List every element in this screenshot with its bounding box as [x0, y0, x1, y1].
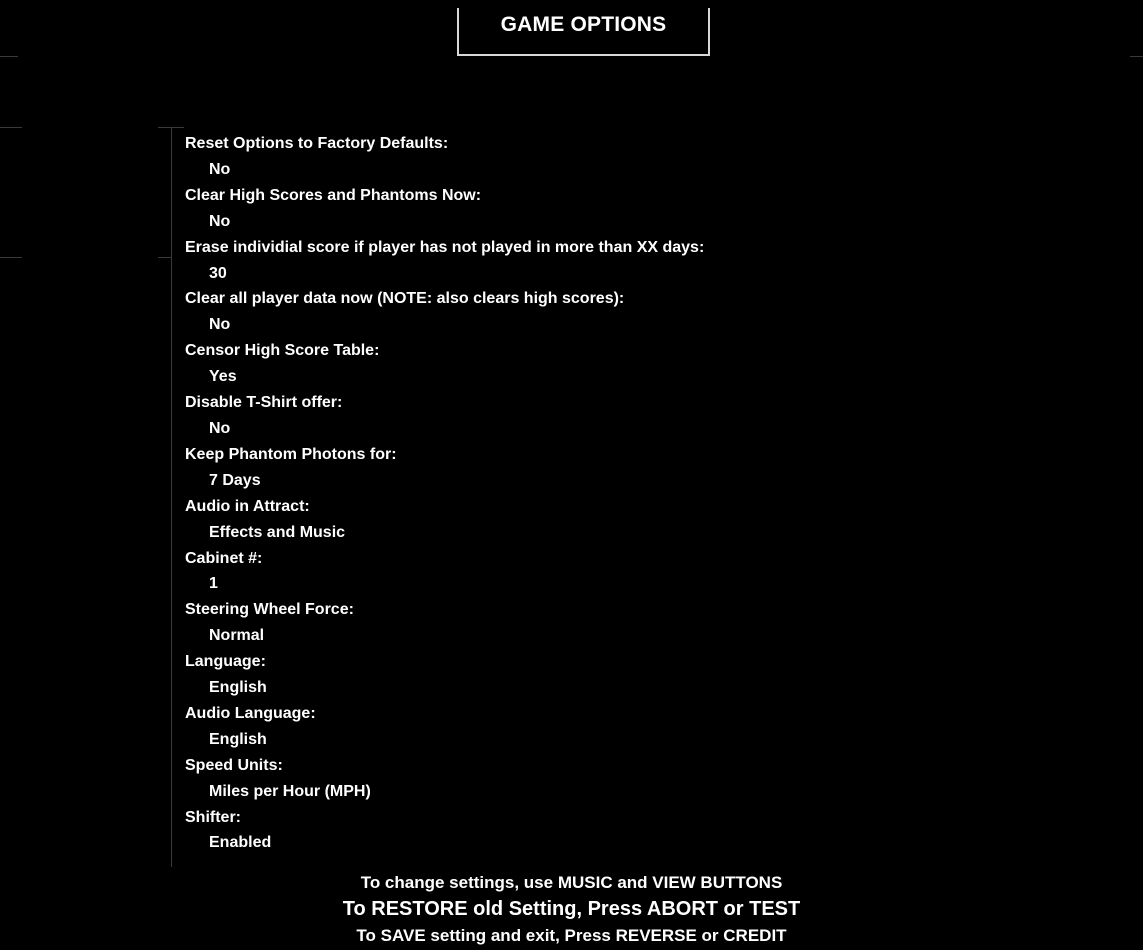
option-label: Steering Wheel Force: [185, 601, 354, 619]
option-label: Cabinet #: [185, 549, 263, 567]
option-erase-individual-score[interactable]: Erase individial score if player has not… [185, 235, 704, 287]
frame-line-lower-left [0, 257, 22, 258]
option-label: Censor High Score Table: [185, 342, 380, 360]
option-value: Yes [209, 368, 237, 386]
option-clear-player-data[interactable]: Clear all player data now (NOTE: also cl… [185, 286, 704, 338]
option-label: Reset Options to Factory Defaults: [185, 135, 449, 152]
instruction-save: To SAVE setting and exit, Press REVERSE … [356, 926, 787, 945]
option-disable-tshirt[interactable]: Disable T-Shirt offer: No [185, 390, 704, 442]
option-label: Shifter: [185, 808, 241, 826]
option-audio-attract[interactable]: Audio in Attract: Effects and Music [185, 494, 704, 546]
option-value: Miles per Hour (MPH) [209, 782, 371, 800]
option-censor-high-score[interactable]: Censor High Score Table: Yes [185, 338, 704, 390]
option-cabinet-number[interactable]: Cabinet #: 1 [185, 546, 704, 598]
option-label: Language: [185, 653, 266, 671]
option-value: Normal [209, 627, 265, 645]
option-value: 1 [209, 575, 218, 593]
option-shifter[interactable]: Shifter: Enabled [185, 805, 704, 857]
option-value: Enabled [209, 834, 272, 852]
option-value: No [209, 160, 231, 178]
instruction-change-settings: To change settings, use MUSIC and VIEW B… [360, 873, 783, 892]
option-label: Audio Language: [185, 704, 316, 722]
option-label: Clear all player data now (NOTE: also cl… [185, 290, 625, 308]
frame-line-mid-left [0, 127, 22, 128]
frame-line-list-mid [158, 257, 172, 258]
option-steering-force[interactable]: Steering Wheel Force: Normal [185, 597, 704, 649]
option-value: Effects and Music [209, 523, 346, 541]
page-title: GAME OPTIONS [500, 13, 667, 36]
option-value: 30 [209, 264, 227, 282]
option-value: No [209, 316, 231, 334]
option-value: No [209, 212, 231, 230]
instructions-footer: To change settings, use MUSIC and VIEW B… [0, 870, 1143, 949]
option-label: Audio in Attract: [185, 497, 310, 515]
option-language[interactable]: Language: English [185, 649, 704, 701]
option-keep-phantom[interactable]: Keep Phantom Photons for: 7 Days [185, 442, 704, 494]
option-speed-units[interactable]: Speed Units: Miles per Hour (MPH) [185, 753, 704, 805]
option-value: English [209, 679, 267, 697]
option-label: Clear High Scores and Phantoms Now: [185, 186, 482, 204]
option-reset-defaults[interactable]: Reset Options to Factory Defaults: No [185, 131, 704, 183]
frame-line-top-right [1130, 56, 1143, 57]
option-audio-language[interactable]: Audio Language: English [185, 701, 704, 753]
title-box: GAME OPTIONS [457, 8, 710, 56]
instruction-restore: To RESTORE old Setting, Press ABORT or T… [342, 898, 801, 920]
option-clear-high-scores[interactable]: Clear High Scores and Phantoms Now: No [185, 183, 704, 235]
option-label: Speed Units: [185, 756, 283, 774]
frame-line-list-vertical [171, 127, 172, 867]
option-label: Erase individial score if player has not… [185, 238, 705, 256]
frame-line-top-left [0, 56, 18, 57]
options-list: Reset Options to Factory Defaults: No Cl… [185, 131, 704, 856]
option-label: Disable T-Shirt offer: [185, 394, 343, 412]
option-value: No [209, 419, 231, 437]
option-value: 7 Days [209, 471, 261, 489]
option-value: English [209, 730, 267, 748]
option-label: Keep Phantom Photons for: [185, 445, 397, 463]
